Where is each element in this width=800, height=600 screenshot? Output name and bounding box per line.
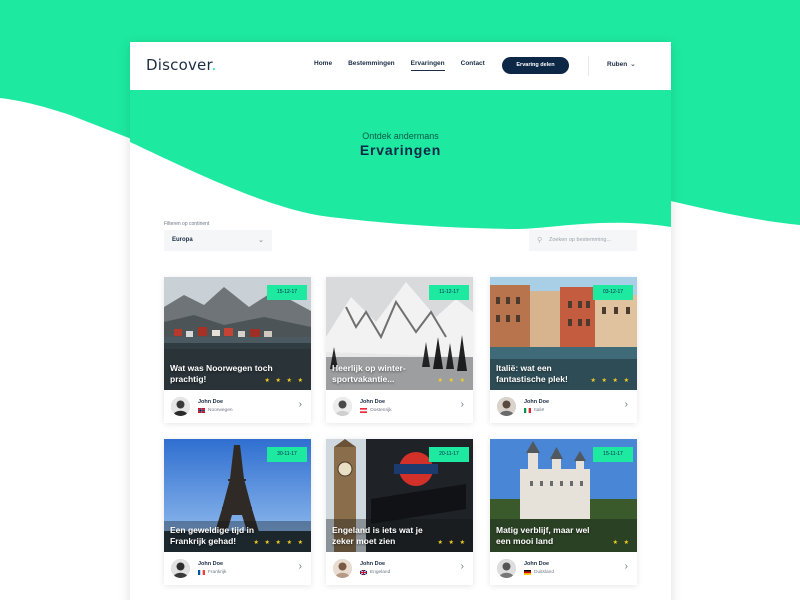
experience-card[interactable]: 30-11-17 Een geweldige tijd in Frankrijk… [164,439,311,585]
chevron-down-icon[interactable]: ⌄ [630,60,636,68]
austria-flag-icon [360,408,367,413]
germany-flag-icon [524,570,531,575]
hero-subtitle: Ontdek andermans [362,131,439,141]
avatar [497,397,516,416]
search-placeholder: Zoeken op bestemming... [549,237,612,243]
chevron-right-icon[interactable]: › [625,399,628,410]
author-name: John Doe [524,561,550,567]
chevron-right-icon[interactable]: › [299,561,302,572]
country-label: Oostenrijk [370,408,392,413]
author-name: John Doe [360,561,386,567]
logo[interactable]: Discover. [146,56,216,74]
main-nav: Home Bestemmingen Ervaringen Contact [314,60,501,71]
card-title: Heerlijk op winter-sportvakantie... [332,363,406,384]
star-rating: ★ ★ ★ [437,378,467,384]
experience-card[interactable]: 15-12-17 Wat was Noorwegen toch prachtig… [164,277,311,423]
nav-divider [588,56,589,76]
date-badge: 03-12-17 [593,285,633,300]
experience-card[interactable]: 11-12-17 Heerlijk op winter-sportvakanti… [326,277,473,423]
nav-contact[interactable]: Contact [461,60,485,71]
italy-flag-icon [524,408,531,413]
chevron-right-icon[interactable]: › [625,561,628,572]
user-menu[interactable]: Ruben [607,61,627,68]
star-rating: ★ ★ ★ ★ [264,378,305,384]
page-container: Discover. Home Bestemmingen Ervaringen C… [130,42,671,600]
norway-flag-icon [198,408,205,413]
uk-flag-icon [360,570,367,575]
france-flag-icon [198,570,205,575]
top-navigation-bar: Discover. Home Bestemmingen Ervaringen C… [130,42,671,90]
author-name: John Doe [360,399,386,405]
nav-bestemmingen[interactable]: Bestemmingen [348,60,395,71]
avatar [497,559,516,578]
card-author-row: John Doe Italië › [490,390,637,423]
chevron-right-icon[interactable]: › [461,561,464,572]
star-rating: ★ ★ [612,540,631,546]
star-rating: ★ ★ ★ ★ ★ [253,540,305,546]
card-title: Matig verblijf, maar wel een mooi land [496,525,590,546]
country-label: Noorwegen [208,408,233,413]
author-name: John Doe [198,399,224,405]
author-name: John Doe [524,399,550,405]
card-author-row: John Doe Noorwegen › [164,390,311,423]
avatar [333,559,352,578]
nav-ervaringen[interactable]: Ervaringen [410,60,445,71]
card-author-row: John Doe Oostenrijk › [326,390,473,423]
date-badge: 15-11-17 [593,447,633,462]
avatar [171,559,190,578]
experience-card[interactable]: 03-12-17 Italië: wat een fantastische pl… [490,277,637,423]
page-title: Ervaringen [359,142,442,158]
card-title: Wat was Noorwegen toch prachtig! [170,363,273,384]
chevron-right-icon[interactable]: › [299,399,302,410]
card-author-row: John Doe Duitsland › [490,552,637,585]
avatar [333,397,352,416]
avatar [171,397,190,416]
continent-select-value: Europa [172,237,193,243]
card-title: Italië: wat een fantastische plek! [496,363,568,384]
search-input[interactable]: ⚲ Zoeken op bestemming... [529,230,637,251]
date-badge: 30-11-17 [267,447,307,462]
author-name: John Doe [198,561,224,567]
logo-text: Discover [146,56,212,74]
star-rating: ★ ★ ★ ★ [590,378,631,384]
card-author-row: John Doe Frankrijk › [164,552,311,585]
star-rating: ★ ★ ★ [437,540,467,546]
country-label: Frankrijk [208,570,227,575]
date-badge: 20-11-17 [429,447,469,462]
country-label: Engeland [370,570,391,575]
chevron-right-icon[interactable]: › [461,399,464,410]
nav-home[interactable]: Home [314,60,332,71]
date-badge: 11-12-17 [429,285,469,300]
country-label: Italië [534,408,545,413]
card-title: Engeland is iets wat je zeker moet zien [332,525,423,546]
card-author-row: John Doe Engeland › [326,552,473,585]
share-experience-button[interactable]: Ervaring delen [502,57,569,74]
continent-select[interactable]: Europa ⌄ [164,230,272,251]
experience-card[interactable]: 20-11-17 Engeland is iets wat je zeker m… [326,439,473,585]
country-label: Duitsland [534,570,554,575]
experience-card[interactable]: 15-11-17 Matig verblijf, maar wel een mo… [490,439,637,585]
date-badge: 15-12-17 [267,285,307,300]
filter-label: Filteren op continent [164,221,210,227]
search-icon: ⚲ [537,237,543,244]
hero-background [130,90,671,230]
logo-dot: . [211,56,217,74]
chevron-down-icon: ⌄ [258,237,264,244]
